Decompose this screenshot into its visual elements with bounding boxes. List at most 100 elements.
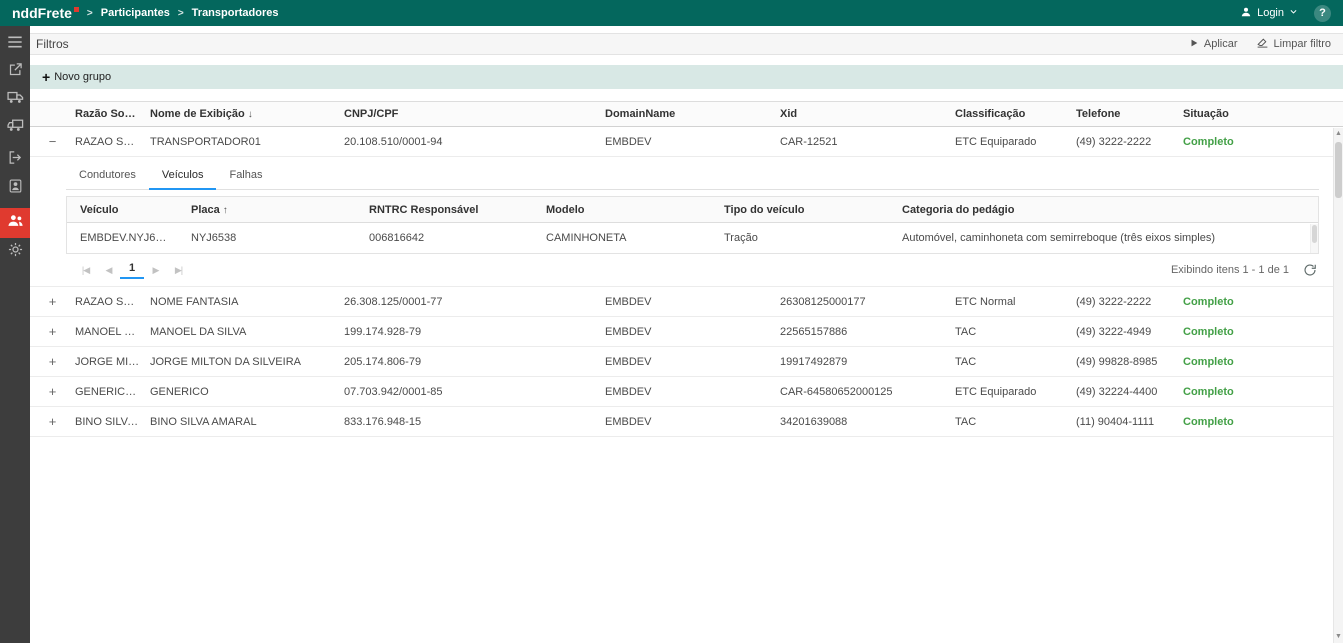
sidebar-item-export[interactable] bbox=[0, 58, 30, 86]
column-header-nome-exibicao[interactable]: Nome de Exibição↓ bbox=[150, 108, 344, 120]
scroll-up-icon[interactable]: ▲ bbox=[1334, 128, 1343, 140]
status-badge: Completo bbox=[1183, 136, 1343, 148]
pager-next-button[interactable]: ▶ bbox=[144, 265, 167, 276]
table-row[interactable]: − RAZAO SOCIAL S... TRANSPORTADOR01 20.1… bbox=[30, 127, 1343, 157]
column-label: Situação bbox=[1183, 108, 1229, 120]
scrollbar-thumb[interactable] bbox=[1312, 225, 1317, 243]
expand-row-button[interactable]: + bbox=[45, 294, 61, 309]
filters-title: Filtros bbox=[36, 37, 69, 51]
cell-classificacao: ETC Equiparado bbox=[955, 386, 1076, 398]
pager-last-button[interactable]: ▶| bbox=[167, 265, 190, 276]
help-icon: ? bbox=[1319, 7, 1326, 19]
sidebar-menu-toggle[interactable] bbox=[0, 30, 30, 58]
column-header-rntrc[interactable]: RNTRC Responsável bbox=[356, 204, 533, 216]
pager-first-button[interactable]: |◀ bbox=[74, 265, 97, 276]
cell-cnpj-cpf: 833.176.948-15 bbox=[344, 416, 605, 428]
cell-modelo: CAMINHONETA bbox=[533, 232, 711, 244]
cell-domainname: EMBDEV bbox=[605, 356, 780, 368]
column-header-tipo-veiculo[interactable]: Tipo do veículo bbox=[711, 204, 889, 216]
clear-filter-button[interactable]: Limpar filtro bbox=[1256, 36, 1331, 52]
column-header-situacao[interactable]: Situação bbox=[1183, 108, 1343, 120]
chevron-down-icon bbox=[1289, 7, 1298, 19]
driver-badge-icon bbox=[8, 178, 23, 199]
column-header-razao-social[interactable]: Razão Social bbox=[75, 108, 150, 120]
sidebar bbox=[0, 26, 30, 643]
cell-telefone: (49) 3222-2222 bbox=[1076, 296, 1183, 308]
column-header-categoria-pedagio[interactable]: Categoria do pedágio bbox=[889, 204, 1318, 216]
column-label: Classificação bbox=[955, 108, 1025, 120]
sidebar-item-configuracoes[interactable] bbox=[0, 238, 30, 266]
column-header-veiculo[interactable]: Veículo bbox=[67, 204, 178, 216]
vehicle-row[interactable]: EMBDEV.NYJ6538 NYJ6538 006816642 CAMINHO… bbox=[67, 223, 1318, 253]
column-header-xid[interactable]: Xid bbox=[780, 108, 955, 120]
help-button[interactable]: ? bbox=[1314, 5, 1331, 22]
login-menu[interactable]: Login bbox=[1240, 6, 1298, 21]
collapse-row-button[interactable]: − bbox=[45, 134, 61, 149]
sidebar-item-saida[interactable] bbox=[0, 146, 30, 174]
cell-nome-exibicao: JORGE MILTON DA SILVEIRA bbox=[150, 356, 344, 368]
cell-telefone: (49) 3222-4949 bbox=[1076, 326, 1183, 338]
status-badge: Completo bbox=[1183, 326, 1343, 338]
export-icon bbox=[8, 62, 23, 82]
cell-xid: 19917492879 bbox=[780, 356, 955, 368]
cell-xid: 22565157886 bbox=[780, 326, 955, 338]
breadcrumb-participantes[interactable]: Participantes bbox=[101, 7, 170, 19]
table-row[interactable]: + RAZAO SOCIAL NOME FANTASIA 26.308.125/… bbox=[30, 287, 1343, 317]
sidebar-item-cargas[interactable] bbox=[0, 114, 30, 142]
sidebar-item-participantes[interactable] bbox=[0, 208, 30, 238]
plus-icon: + bbox=[42, 70, 50, 84]
table-header-row: Razão Social Nome de Exibição↓ CNPJ/CPF … bbox=[30, 101, 1343, 127]
cell-cnpj-cpf: 20.108.510/0001-94 bbox=[344, 136, 605, 148]
cell-categoria-pedagio: Automóvel, caminhoneta com semirreboque … bbox=[889, 232, 1318, 244]
tab-falhas[interactable]: Falhas bbox=[216, 161, 275, 189]
cell-nome-exibicao: MANOEL DA SILVA bbox=[150, 326, 344, 338]
scroll-down-icon[interactable]: ▼ bbox=[1334, 631, 1343, 643]
cell-xid: 34201639088 bbox=[780, 416, 955, 428]
table-row[interactable]: + BINO SILVA AMA... BINO SILVA AMARAL 83… bbox=[30, 407, 1343, 437]
tab-veiculos[interactable]: Veículos bbox=[149, 161, 217, 190]
filters-bar: Filtros Aplicar Limpar filtro bbox=[30, 33, 1343, 55]
column-label: Veículo bbox=[80, 204, 119, 216]
expand-row-button[interactable]: + bbox=[45, 354, 61, 369]
pager-prev-button[interactable]: ◀ bbox=[97, 265, 120, 276]
cell-nome-exibicao: BINO SILVA AMARAL bbox=[150, 416, 344, 428]
apply-filter-button[interactable]: Aplicar bbox=[1189, 38, 1238, 51]
main-scrollbar[interactable]: ▲ ▼ bbox=[1333, 128, 1343, 643]
breadcrumb-transportadores[interactable]: Transportadores bbox=[192, 7, 279, 19]
sidebar-item-frete[interactable] bbox=[0, 86, 30, 114]
table-row[interactable]: + MANOEL DA SILVA MANOEL DA SILVA 199.17… bbox=[30, 317, 1343, 347]
column-header-telefone[interactable]: Telefone bbox=[1076, 108, 1183, 120]
cell-xid: CAR-64580652000125 bbox=[780, 386, 955, 398]
cell-razao-social: JORGE MILTON ... bbox=[75, 356, 150, 368]
column-header-modelo[interactable]: Modelo bbox=[533, 204, 711, 216]
cell-rntrc: 006816642 bbox=[356, 232, 533, 244]
vehicles-table-scrollbar[interactable] bbox=[1310, 224, 1318, 253]
cell-classificacao: TAC bbox=[955, 356, 1076, 368]
column-label: Nome de Exibição bbox=[150, 108, 245, 120]
column-header-domainname[interactable]: DomainName bbox=[605, 108, 780, 120]
column-label: Modelo bbox=[546, 204, 585, 216]
tab-condutores[interactable]: Condutores bbox=[66, 161, 149, 189]
expand-row-button[interactable]: + bbox=[45, 324, 61, 339]
expand-row-button[interactable]: + bbox=[45, 414, 61, 429]
cell-razao-social: MANOEL DA SILVA bbox=[75, 326, 150, 338]
app-logo[interactable]: nddFrete bbox=[12, 5, 79, 21]
column-label: CNPJ/CPF bbox=[344, 108, 398, 120]
sidebar-item-condutores[interactable] bbox=[0, 174, 30, 202]
expand-row-button[interactable]: + bbox=[45, 384, 61, 399]
table-row[interactable]: + JORGE MILTON ... JORGE MILTON DA SILVE… bbox=[30, 347, 1343, 377]
column-header-cnpj-cpf[interactable]: CNPJ/CPF bbox=[344, 108, 605, 120]
column-header-classificacao[interactable]: Classificação bbox=[955, 108, 1076, 120]
cell-nome-exibicao: GENERICO bbox=[150, 386, 344, 398]
cell-xid: 26308125000177 bbox=[780, 296, 955, 308]
column-label: Xid bbox=[780, 108, 797, 120]
pager-page-1[interactable]: 1 bbox=[120, 262, 144, 279]
new-group-button[interactable]: + Novo grupo bbox=[42, 70, 111, 84]
column-label: Razão Social bbox=[75, 108, 143, 120]
refresh-button[interactable] bbox=[1303, 263, 1317, 277]
column-header-placa[interactable]: Placa↑ bbox=[178, 204, 356, 216]
cell-razao-social: RAZAO SOCIAL bbox=[75, 296, 150, 308]
scrollbar-thumb[interactable] bbox=[1335, 142, 1342, 198]
cell-domainname: EMBDEV bbox=[605, 136, 780, 148]
table-row[interactable]: + GENERICO TRAN... GENERICO 07.703.942/0… bbox=[30, 377, 1343, 407]
